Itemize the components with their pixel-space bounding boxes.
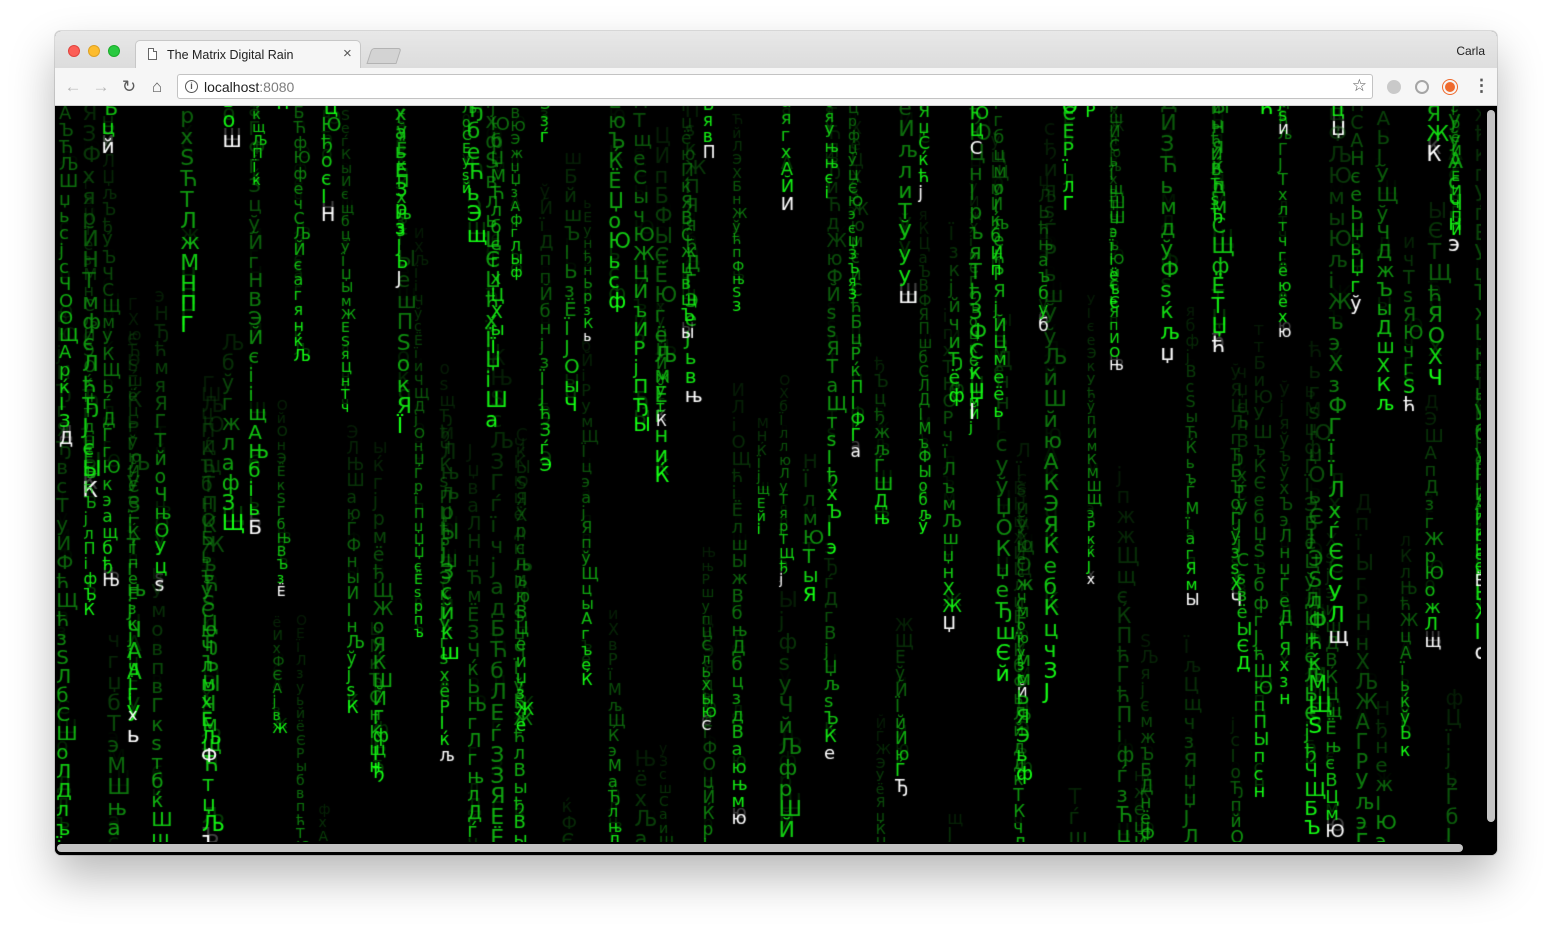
browser-toolbar: ← → ↻ ⌂ i localhost:8080 ☆ ⋮ [55, 68, 1497, 106]
vertical-scrollbar[interactable] [1487, 110, 1495, 822]
url-text[interactable]: localhost:8080 [204, 79, 294, 95]
back-arrow-icon[interactable]: ← [61, 75, 85, 99]
star-icon[interactable]: ☆ [1352, 76, 1367, 96]
kebab-menu-icon[interactable]: ⋮ [1473, 76, 1490, 96]
page-content [55, 106, 1497, 855]
tab-matrix-digital-rain[interactable]: The Matrix Digital Rain × [135, 40, 361, 68]
url-port: :8080 [259, 79, 295, 95]
extension-icon[interactable] [1415, 80, 1429, 94]
info-icon[interactable]: i [185, 80, 198, 93]
page-icon [148, 48, 157, 60]
forward-arrow-icon[interactable]: → [89, 75, 113, 99]
tab-close-button[interactable]: × [343, 45, 352, 62]
maximize-window-button[interactable] [108, 45, 120, 57]
matrix-rain-canvas [55, 106, 1481, 842]
minimize-window-button[interactable] [88, 45, 100, 57]
url-host: localhost [204, 79, 260, 95]
extension-icon[interactable] [1443, 80, 1457, 94]
title-bar: The Matrix Digital Rain × Carla [55, 31, 1497, 68]
horizontal-scrollbar[interactable] [57, 844, 1463, 852]
home-icon[interactable]: ⌂ [145, 75, 169, 99]
extension-icon[interactable] [1387, 80, 1401, 94]
new-tab-button[interactable] [366, 48, 402, 64]
browser-window: The Matrix Digital Rain × Carla ← → ↻ ⌂ … [55, 31, 1497, 855]
reload-icon[interactable]: ↻ [117, 75, 141, 99]
profile-name[interactable]: Carla [1456, 44, 1485, 58]
close-window-button[interactable] [68, 45, 80, 57]
tab-title: The Matrix Digital Rain [167, 48, 294, 62]
address-bar[interactable]: i localhost:8080 ☆ [177, 74, 1373, 99]
